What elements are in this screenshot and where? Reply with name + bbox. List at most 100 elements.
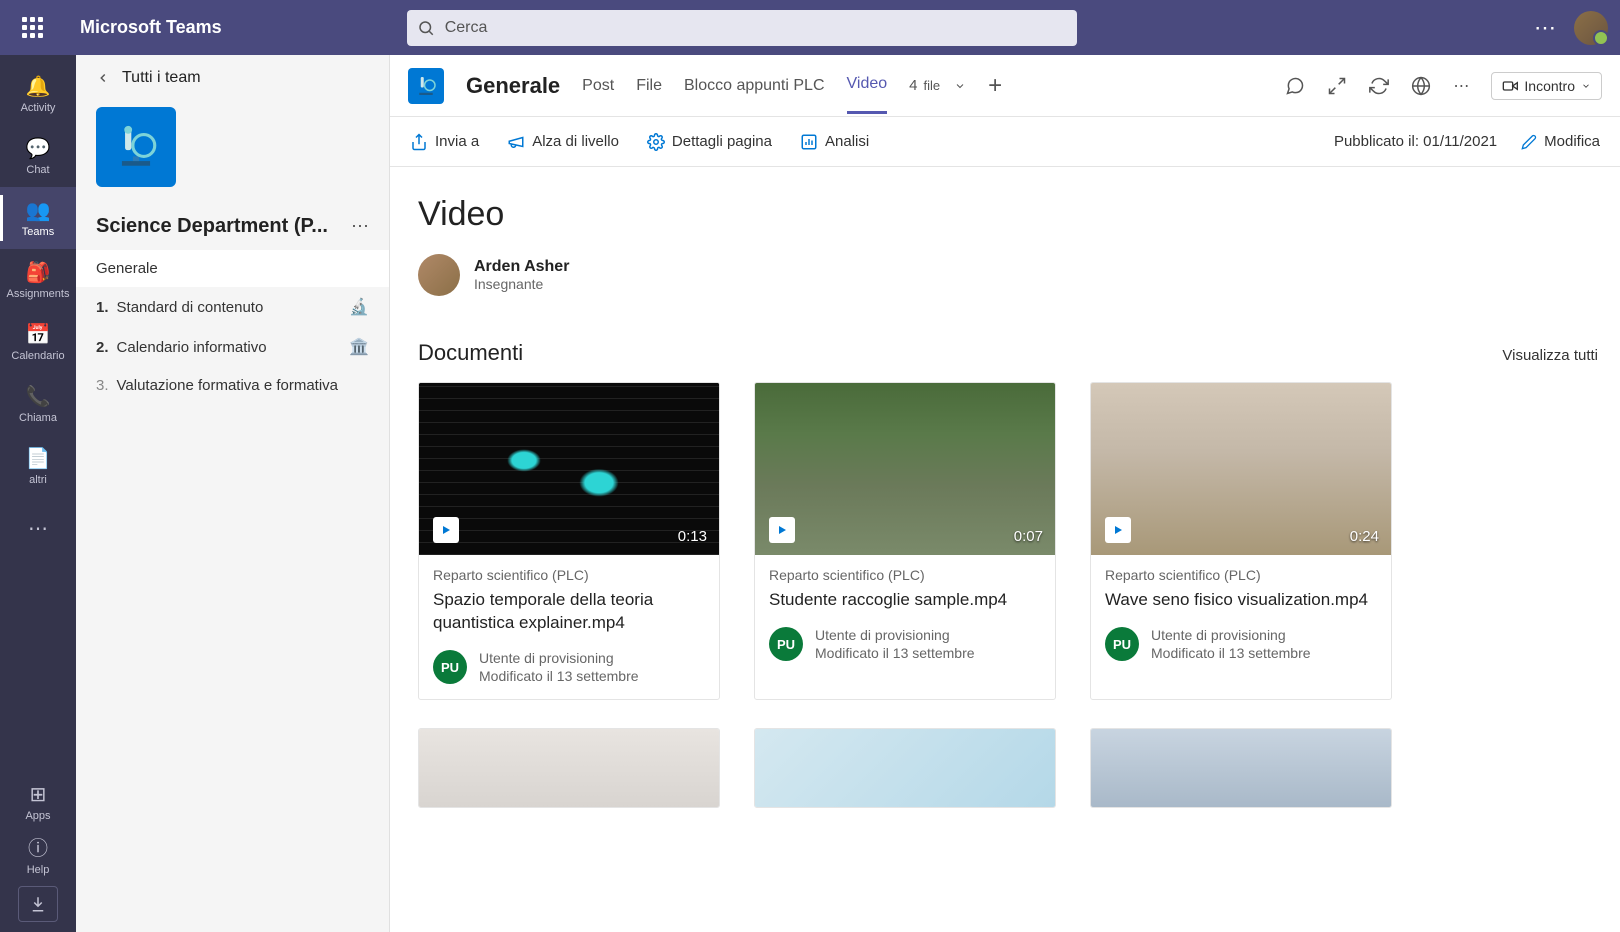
channel-label: Generale	[96, 260, 158, 277]
card-user: Utente di provisioning	[479, 649, 639, 667]
channel-standard[interactable]: 1. Standard di contenuto 🔬	[76, 287, 389, 327]
search-input[interactable]	[407, 10, 1077, 46]
edit-button[interactable]: Modifica	[1521, 133, 1600, 150]
tab-video[interactable]: Video	[847, 57, 888, 114]
rail-files[interactable]: 📄 altri	[0, 435, 76, 497]
card-modified: Modificato il 13 settembre	[815, 644, 975, 662]
phone-icon: 📞	[26, 384, 51, 409]
user-initials: PU	[433, 650, 467, 684]
video-duration: 0:24	[1350, 528, 1379, 545]
rail-activity[interactable]: 🔔 Activity	[0, 63, 76, 125]
video-thumbnail	[1091, 729, 1391, 808]
channel-num: 1.	[96, 299, 109, 316]
published-date: Pubblicato il: 01/11/2021	[1334, 133, 1497, 150]
user-avatar[interactable]	[1574, 11, 1608, 45]
channel-label: Valutazione formativa e formativa	[117, 377, 339, 394]
video-card[interactable]: 0:13 Reparto scientifico (PLC) Spazio te…	[418, 382, 720, 700]
rail-more[interactable]: ⋯	[0, 497, 76, 559]
video-card[interactable]: 0:07 Reparto scientifico (PLC) Studente …	[754, 382, 1056, 700]
assignments-icon: 🎒	[26, 260, 51, 285]
play-icon	[1105, 517, 1131, 543]
settings-more-icon[interactable]: ⋯	[1534, 15, 1556, 41]
send-label: Invia a	[435, 133, 479, 150]
app-rail: 🔔 Activity 💬 Chat 👥 Teams 🎒 Assignments …	[0, 55, 76, 932]
tab-post[interactable]: Post	[582, 59, 614, 113]
channel-valutazione[interactable]: 3. Valutazione formativa e formativa	[76, 367, 389, 404]
microscope-icon: 🔬	[349, 297, 369, 317]
globe-icon[interactable]	[1411, 76, 1431, 96]
video-card[interactable]	[1090, 728, 1392, 808]
app-title: Microsoft Teams	[80, 17, 222, 38]
team-sidebar: Tutti i team Science Department (P... ⋯ …	[76, 55, 390, 932]
popout-icon[interactable]	[1327, 76, 1347, 96]
pencil-icon	[1521, 134, 1537, 150]
tab-more-icon[interactable]: ⋯	[1453, 76, 1469, 96]
team-avatar[interactable]	[96, 107, 176, 187]
video-thumbnail: 0:13	[419, 383, 719, 555]
card-dept: Reparto scientifico (PLC)	[433, 567, 705, 583]
file-icon: 📄	[26, 446, 51, 471]
video-card[interactable]	[754, 728, 1056, 808]
video-duration: 0:07	[1014, 528, 1043, 545]
rail-calls[interactable]: 📞 Chiama	[0, 373, 76, 435]
rail-apps[interactable]: ⊞ Apps	[0, 776, 76, 828]
card-user: Utente di provisioning	[1151, 626, 1311, 644]
search-box[interactable]	[407, 10, 1077, 46]
rail-teams[interactable]: 👥 Teams	[0, 187, 76, 249]
tab-notebook[interactable]: Blocco appunti PLC	[684, 59, 825, 113]
rail-chat[interactable]: 💬 Chat	[0, 125, 76, 187]
card-title: Wave seno fisico visualization.mp4	[1105, 589, 1377, 612]
page-details-button[interactable]: Dettagli pagina	[647, 133, 772, 151]
channel-title: Generale	[466, 73, 560, 99]
analysis-label: Analisi	[825, 133, 869, 150]
send-to-button[interactable]: Invia a	[410, 133, 479, 151]
main-content: Generale Post File Blocco appunti PLC Vi…	[390, 55, 1620, 932]
view-all-link[interactable]: Visualizza tutti	[1502, 347, 1598, 364]
tab-more-dropdown[interactable]: 4 file	[909, 77, 966, 94]
card-modified: Modificato il 13 settembre	[1151, 644, 1311, 662]
meet-button[interactable]: Incontro	[1491, 72, 1602, 100]
calendar-icon: 📅	[26, 322, 51, 347]
video-card[interactable]	[418, 728, 720, 808]
more-icon: ⋯	[28, 516, 48, 541]
team-name[interactable]: Science Department (P...	[96, 215, 328, 238]
megaphone-icon	[507, 133, 525, 151]
rail-calendar[interactable]: 📅 Calendario	[0, 311, 76, 373]
tab-file[interactable]: File	[636, 59, 662, 113]
channel-num: 2.	[96, 339, 109, 356]
author-avatar[interactable]	[418, 254, 460, 296]
analysis-button[interactable]: Analisi	[800, 133, 869, 151]
rail-label: Teams	[22, 226, 54, 238]
team-more-icon[interactable]: ⋯	[351, 216, 369, 237]
section-title: Documenti	[418, 340, 523, 366]
download-button[interactable]	[18, 886, 58, 922]
channel-calendario[interactable]: 2. Calendario informativo 🏛️	[76, 327, 389, 367]
rail-label: Assignments	[7, 288, 70, 300]
user-initials: PU	[769, 627, 803, 661]
refresh-icon[interactable]	[1369, 76, 1389, 96]
video-thumbnail: 0:24	[1091, 383, 1391, 555]
conversation-icon[interactable]	[1285, 76, 1305, 96]
back-all-teams[interactable]: Tutti i team	[76, 69, 389, 101]
card-dept: Reparto scientifico (PLC)	[1105, 567, 1377, 583]
video-thumbnail	[419, 729, 719, 808]
app-launcher-icon[interactable]	[12, 8, 52, 48]
promote-button[interactable]: Alza di livello	[507, 133, 619, 151]
help-icon: ⓘ	[28, 832, 48, 861]
chart-icon	[800, 133, 818, 151]
author-row: Arden Asher Insegnante	[418, 254, 1598, 296]
gear-icon	[647, 133, 665, 151]
apps-icon: ⊞	[30, 782, 47, 807]
channel-generale[interactable]: Generale	[76, 250, 389, 287]
details-label: Dettagli pagina	[672, 133, 772, 150]
chevron-down-icon	[954, 80, 966, 92]
author-name: Arden Asher	[474, 258, 569, 276]
video-card[interactable]: 0:24 Reparto scientifico (PLC) Wave seno…	[1090, 382, 1392, 700]
channel-label: Calendario informativo	[117, 339, 267, 356]
channel-avatar	[408, 68, 444, 104]
add-tab-button[interactable]: +	[988, 72, 1002, 100]
rail-help[interactable]: ⓘ Help	[0, 828, 76, 880]
rail-assignments[interactable]: 🎒 Assignments	[0, 249, 76, 311]
rail-label: Help	[27, 864, 50, 876]
play-icon	[433, 517, 459, 543]
